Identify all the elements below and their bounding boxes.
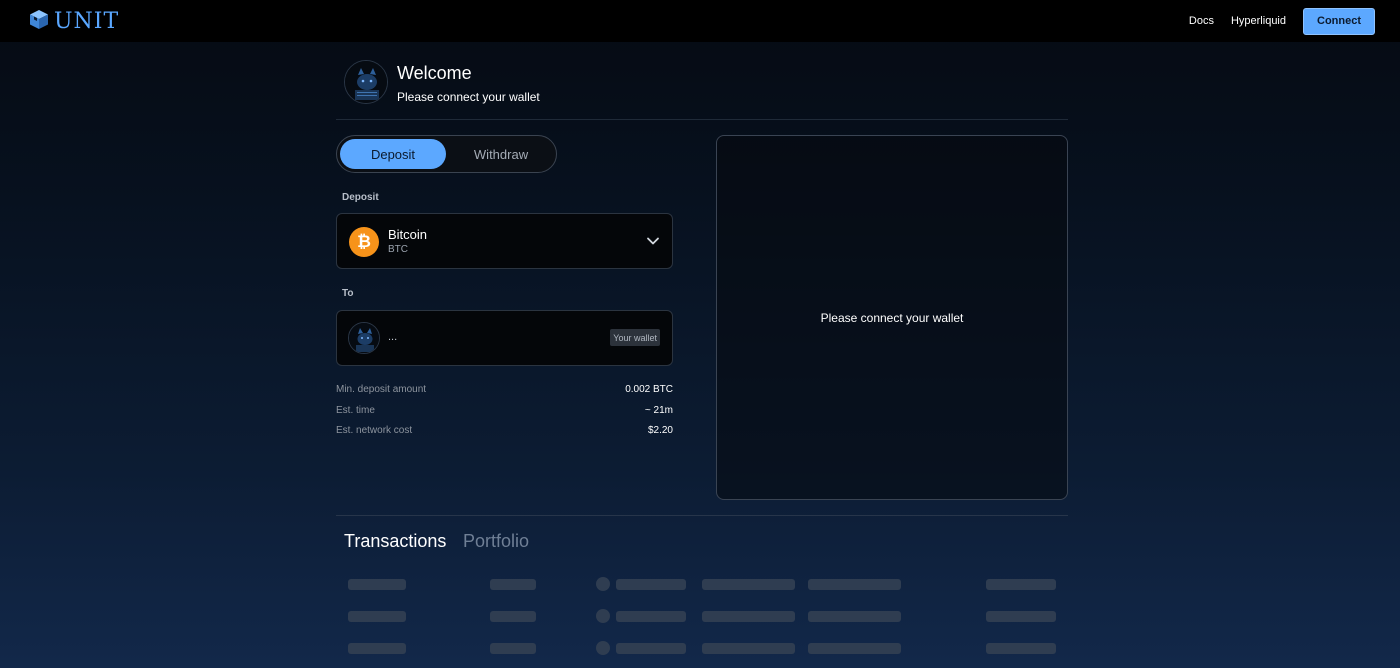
docs-link[interactable]: Docs — [1189, 15, 1214, 27]
skeleton-cell — [702, 579, 795, 590]
asset-name: Bitcoin — [388, 227, 428, 242]
destination-field[interactable]: ... Your wallet — [336, 310, 673, 366]
logo[interactable]: UNIT — [28, 8, 119, 35]
skeleton-cell — [808, 643, 901, 654]
skeleton-cell — [808, 579, 901, 590]
top-bar: UNIT Docs Hyperliquid Connect — [0, 0, 1400, 42]
skeleton-cell — [986, 611, 1056, 622]
wallet-address: ... — [388, 331, 398, 343]
skeleton-cell — [986, 579, 1056, 590]
welcome-title: Welcome — [397, 63, 472, 83]
wallet-avatar — [348, 322, 380, 354]
welcome-header: Welcome Please connect your wallet — [336, 58, 1068, 120]
info-row-network-cost: Est. network cost $2.20 — [336, 425, 673, 439]
skeleton-cell — [616, 611, 686, 622]
skeleton-cell — [616, 643, 686, 654]
skeleton-cell — [702, 611, 795, 622]
top-nav: Docs Hyperliquid Connect — [1189, 7, 1375, 35]
tab-portfolio[interactable]: Portfolio — [463, 531, 529, 552]
skeleton-cell — [348, 579, 406, 590]
section-divider — [336, 515, 1068, 516]
info-row-min-deposit: Min. deposit amount 0.002 BTC — [336, 384, 673, 398]
skeleton-cell — [702, 643, 795, 654]
skeleton-dot — [596, 609, 610, 623]
bitcoin-icon: ₿ — [349, 227, 379, 257]
info-value: ~ 21m — [644, 405, 673, 416]
skeleton-cell — [490, 579, 536, 590]
deposit-withdraw-toggle: Deposit Withdraw — [336, 135, 557, 173]
deposit-label: Deposit — [342, 192, 379, 203]
info-row-est-time: Est. time ~ 21m — [336, 405, 673, 419]
tab-withdraw[interactable]: Withdraw — [449, 139, 553, 169]
hyperliquid-link[interactable]: Hyperliquid — [1231, 15, 1286, 27]
your-wallet-badge: Your wallet — [610, 329, 660, 346]
info-label: Est. time — [336, 405, 375, 416]
skeleton-cell — [348, 643, 406, 654]
skeleton-cell — [986, 643, 1056, 654]
asset-ticker: BTC — [388, 244, 408, 255]
welcome-subtitle: Please connect your wallet — [397, 90, 540, 104]
skeleton-cell — [490, 611, 536, 622]
info-value: $2.20 — [647, 425, 673, 436]
logo-text: UNIT — [54, 8, 120, 34]
skeleton-cell — [490, 643, 536, 654]
cat-avatar-icon — [349, 323, 379, 353]
skeleton-cell — [348, 611, 406, 622]
info-label: Min. deposit amount — [336, 384, 427, 395]
info-label: Est. network cost — [336, 425, 413, 436]
skeleton-dot — [596, 577, 610, 591]
skeleton-dot — [596, 641, 610, 655]
wallet-panel: Please connect your wallet — [716, 135, 1068, 500]
panel-message: Please connect your wallet — [820, 310, 964, 325]
connect-button[interactable]: Connect — [1303, 7, 1375, 35]
cube-logo-icon — [28, 8, 50, 35]
cat-avatar-icon — [345, 61, 387, 103]
tab-transactions[interactable]: Transactions — [344, 531, 446, 552]
skeleton-cell — [808, 611, 901, 622]
asset-selector[interactable]: ₿ Bitcoin BTC — [336, 213, 673, 269]
chevron-down-icon[interactable] — [646, 234, 660, 248]
to-label: To — [342, 288, 354, 299]
info-value: 0.002 BTC — [625, 384, 673, 395]
skeleton-cell — [616, 579, 686, 590]
avatar — [344, 60, 388, 104]
tab-deposit[interactable]: Deposit — [340, 139, 446, 169]
